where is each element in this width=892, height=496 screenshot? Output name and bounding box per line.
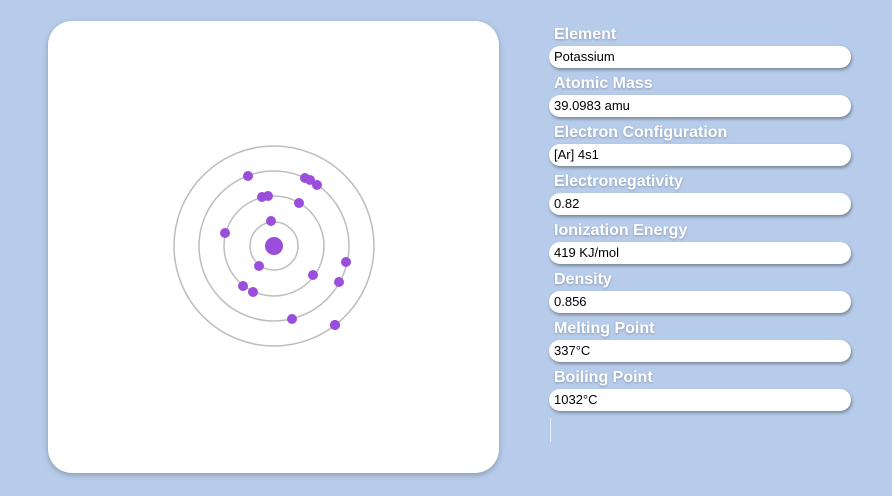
electron (263, 191, 273, 201)
electron (341, 257, 351, 267)
element-value-field[interactable]: Potassium (549, 46, 851, 68)
electron (266, 216, 276, 226)
density-value-field[interactable]: 0.856 (549, 291, 851, 313)
boiling-point-label: Boiling Point (554, 369, 653, 386)
nucleus (265, 237, 283, 255)
electron (308, 270, 318, 280)
atomic-mass-value-field[interactable]: 39.0983 amu (549, 95, 851, 117)
atom-model-card (48, 21, 499, 473)
electron (248, 287, 258, 297)
electron (287, 314, 297, 324)
melting-point-label: Melting Point (554, 320, 655, 337)
element-info-panel: Element Potassium Atomic Mass 39.0983 am… (549, 24, 851, 416)
electron (312, 180, 322, 190)
electron (238, 281, 248, 291)
electron-configuration-label: Electron Configuration (554, 124, 728, 141)
electronegativity-label: Electronegativity (554, 173, 683, 190)
density-label: Density (554, 271, 612, 288)
electrons (220, 171, 351, 330)
atomic-mass-label: Atomic Mass (554, 75, 653, 92)
electron (243, 171, 253, 181)
melting-point-value-field[interactable]: 337°C (549, 340, 851, 362)
electron (294, 198, 304, 208)
boiling-point-value-field[interactable]: 1032°C (549, 389, 851, 411)
electron (254, 261, 264, 271)
electron-configuration-value-field[interactable]: [Ar] 4s1 (549, 144, 851, 166)
electronegativity-value-field[interactable]: 0.82 (549, 193, 851, 215)
electron (334, 277, 344, 287)
atom-diagram (173, 145, 375, 347)
element-label: Element (554, 26, 617, 43)
electron (220, 228, 230, 238)
ionization-energy-label: Ionization Energy (554, 222, 688, 239)
panel-divider (550, 418, 551, 442)
electron (330, 320, 340, 330)
ionization-energy-value-field[interactable]: 419 KJ/mol (549, 242, 851, 264)
